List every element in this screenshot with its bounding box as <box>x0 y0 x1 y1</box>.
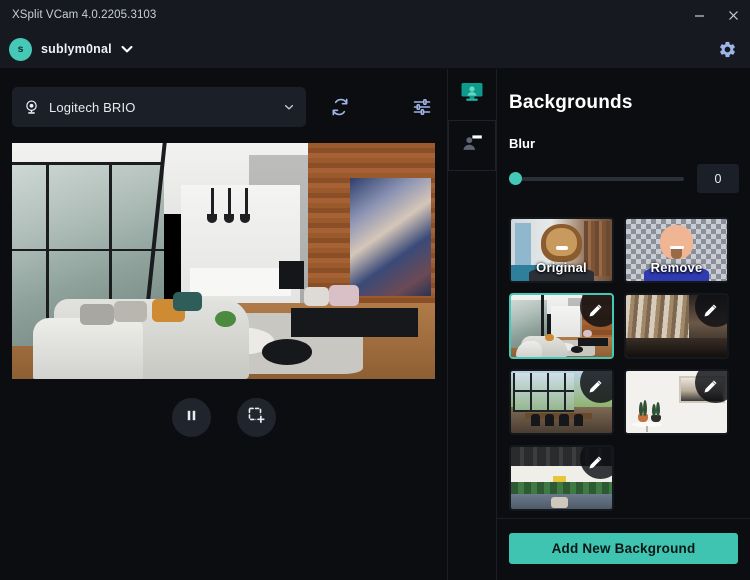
webcam-icon <box>23 99 40 116</box>
account-bar: s sublym0nal <box>0 30 750 69</box>
background-thumb-loft[interactable] <box>509 445 614 511</box>
sliders-icon[interactable] <box>410 94 435 120</box>
preview-controls <box>171 398 276 437</box>
blur-value[interactable]: 0 <box>697 164 739 193</box>
device-toolbar: Logitech BRIO <box>0 87 447 127</box>
window-title: XSplit VCam 4.0.2205.3103 <box>12 9 157 21</box>
blur-slider-thumb[interactable] <box>509 172 522 185</box>
background-thumb-living-room[interactable] <box>509 293 614 359</box>
pencil-icon <box>588 303 603 318</box>
close-button[interactable] <box>716 0 750 30</box>
pencil-icon <box>588 379 603 394</box>
blur-slider[interactable] <box>509 172 684 186</box>
pencil-icon <box>703 303 718 318</box>
pencil-icon <box>588 455 603 470</box>
monitor-person-icon <box>459 79 485 110</box>
panel-footer: Add New Background <box>497 518 750 580</box>
background-thumb-remove[interactable]: Remove <box>624 217 729 283</box>
pause-icon <box>184 408 199 428</box>
chevron-down-icon <box>283 101 295 113</box>
chevron-down-icon[interactable] <box>120 42 134 56</box>
title-bar: XSplit VCam 4.0.2205.3103 <box>0 0 750 30</box>
account-username: sublym0nal <box>41 42 112 56</box>
backgrounds-panel: Backgrounds Blur 0 Original Remove Add N… <box>496 69 750 580</box>
panel-title: Backgrounds <box>509 92 633 113</box>
main-body: Logitech BRIO Backgrounds Blur 0 Origina… <box>0 69 750 580</box>
app-window: XSplit VCam 4.0.2205.3103 s sublym0nal L… <box>0 0 750 580</box>
camera-select[interactable]: Logitech BRIO <box>12 87 307 127</box>
gear-icon[interactable] <box>716 38 738 60</box>
person-card-icon <box>459 130 485 161</box>
rail-item-backgrounds[interactable] <box>448 69 496 120</box>
window-controls <box>682 0 750 30</box>
background-grid: Original Remove <box>509 217 750 518</box>
blur-control: 0 <box>509 164 750 193</box>
refresh-icon[interactable] <box>327 94 352 120</box>
background-thumb-corridor[interactable] <box>624 293 729 359</box>
add-new-background-button[interactable]: Add New Background <box>509 533 738 564</box>
background-thumb-plants[interactable] <box>624 369 729 435</box>
avatar[interactable]: s <box>9 37 32 61</box>
rail-item-user[interactable] <box>448 120 496 171</box>
background-thumb-original[interactable]: Original <box>509 217 614 283</box>
preview-pane: Logitech BRIO <box>0 69 447 580</box>
pause-button[interactable] <box>171 398 211 437</box>
blur-label: Blur <box>509 136 535 151</box>
video-preview[interactable] <box>12 143 435 379</box>
snapshot-button[interactable] <box>236 398 276 437</box>
background-thumb-caption: Remove <box>650 260 703 275</box>
blur-slider-track <box>509 176 684 181</box>
selection-add-icon <box>247 406 266 430</box>
background-thumb-dining[interactable] <box>509 369 614 435</box>
camera-select-value: Logitech BRIO <box>49 99 136 115</box>
section-rail <box>447 69 496 580</box>
pencil-icon <box>703 379 718 394</box>
preview-scene <box>12 143 435 379</box>
background-thumb-caption: Original <box>536 260 587 275</box>
minimize-button[interactable] <box>682 0 716 30</box>
